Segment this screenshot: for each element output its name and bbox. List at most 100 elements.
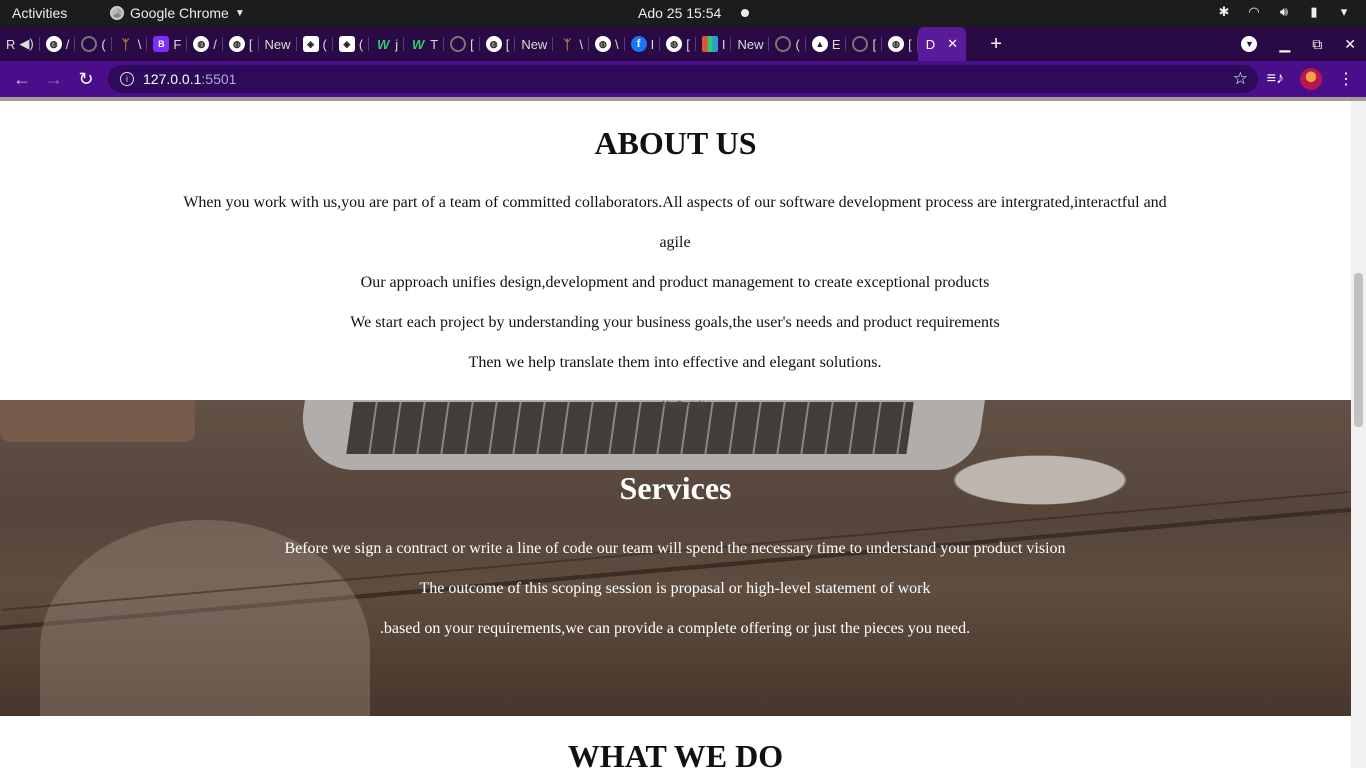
system-tray[interactable]: ✱ ◠ 🔊︎ ▮ ▾ [1216,4,1352,20]
about-paragraph: We start each project by understanding y… [350,314,1000,331]
globe-icon: ◍ [666,36,683,52]
tab-title: R [6,36,16,52]
scrollbar-thumb[interactable] [1354,273,1363,427]
tab-title: T [430,36,439,52]
chrome-icon [110,6,124,20]
tree-icon: ᛉ [563,36,572,52]
tab-title: New [264,36,291,52]
minimize-icon[interactable]: ▁ [1279,36,1290,53]
tab-title: [ [470,36,474,52]
tab-search-icon[interactable]: ▼ [1241,36,1258,52]
w3-icon: W [411,36,425,52]
tab[interactable]: BF [147,27,188,61]
tab[interactable]: R ◀) [0,27,40,61]
slack-icon[interactable]: ✱ [1216,4,1232,20]
site-info-icon[interactable]: i [120,72,134,86]
toolbar-actions: ≡♪ ⋮ [1267,61,1354,97]
tab[interactable]: ᛉ \ [112,27,148,61]
tab-title: ( [358,36,364,52]
services-section: MacBook Air Services Before we sign a co… [0,400,1351,716]
bookmark-star-icon[interactable]: ☆ [1233,69,1248,89]
github-icon [852,36,869,52]
battery-icon[interactable]: ▮ [1306,4,1322,20]
tab[interactable]: ▲ E [806,27,847,61]
tab-title: \ [614,36,619,52]
globe-icon: ◍ [45,36,62,52]
power-menu-icon[interactable]: ▾ [1336,4,1352,20]
tab-title: [ [686,36,690,52]
globe-icon: ◍ [594,36,611,52]
tab[interactable]: New [515,27,554,61]
tab[interactable]: ◍[ [223,27,259,61]
what-we-do-section: WHAT WE DO [0,716,1351,768]
tab[interactable]: ◍ / [40,27,76,61]
tab-title: New [521,36,548,52]
tab-title: I [650,36,655,52]
tab-title: F [173,36,182,52]
tab-active[interactable]: D ✕ [917,27,967,61]
tab[interactable]: ( [769,27,807,61]
tab-title: D [925,36,936,52]
bootstrap-icon: B [153,36,170,52]
codepen-icon: ◈ [302,36,319,52]
address-bar[interactable]: i 127.0.0.1:5501 ☆ [108,65,1258,93]
globe-icon: ◍ [485,36,502,52]
tab[interactable]: I [696,27,732,61]
tab-title: j [395,36,399,52]
tab[interactable]: ◍[ [660,27,696,61]
about-paragraph: Then we help translate them into effecti… [468,354,882,371]
new-tab-button[interactable]: + [984,33,1008,56]
tab[interactable]: Wj [369,27,405,61]
tab-strip: R ◀) ◍ / ( ᛉ \ BF ◍ / ◍[ New ◈( ◈( Wj WT [ ◍… [0,27,1366,61]
page-viewport: ABOUT US When you work with us,you are p… [0,101,1351,768]
tab[interactable]: ◍[ [480,27,516,61]
tab[interactable]: New [731,27,770,61]
media-controls-icon[interactable]: ≡♪ [1267,70,1284,88]
services-paragraph: .based on your requirements,we can provi… [379,620,971,637]
tab[interactable]: ◈( [297,27,334,61]
w3-icon: W [377,36,390,52]
codepen-icon: ◈ [338,36,355,52]
app-menu[interactable]: Google Chrome ▼ [110,5,245,21]
back-icon[interactable]: ← [6,69,38,90]
tab[interactable]: WT [404,27,445,61]
tab[interactable]: [ [444,27,480,61]
page-scrollbar[interactable] [1351,101,1366,768]
tab[interactable]: [ [846,27,882,61]
tab[interactable]: fI [625,27,661,61]
speaker-icon[interactable]: ◀) [19,36,33,52]
tab[interactable]: ◍ / [187,27,223,61]
tab-title: E [831,36,841,52]
about-section: ABOUT US When you work with us,you are p… [0,101,1351,400]
close-tab-icon[interactable]: ✕ [947,36,958,52]
tab-title: \ [579,36,583,52]
what-we-do-title: WHAT WE DO [567,738,784,768]
forward-icon[interactable]: → [38,69,70,90]
reload-icon[interactable]: ↻ [70,69,102,90]
avatar[interactable] [1300,68,1322,90]
notification-dot-icon [741,9,749,17]
github-icon [775,36,792,52]
volume-icon[interactable]: 🔊︎ [1276,4,1292,20]
app-name: Google Chrome [130,5,229,21]
tree-icon: ᛉ [121,36,130,52]
wifi-icon[interactable]: ◠ [1246,4,1262,20]
grid-icon [701,36,718,52]
caret-down-icon: ▼ [234,7,245,19]
maximize-icon[interactable]: ⧉ [1312,36,1322,53]
tab-title: I [721,36,726,52]
services-title: Services [619,470,732,506]
globe-icon: ◍ [888,36,905,52]
tab[interactable]: ◍[ [882,27,918,61]
tab[interactable]: ( [75,27,113,61]
tab[interactable]: ᛉ \ [553,27,589,61]
tab[interactable]: ◍ \ [589,27,625,61]
services-paragraph: The outcome of this scoping session is p… [419,580,931,597]
clock[interactable]: Ado 25 15:54 [638,5,721,21]
activities-button[interactable]: Activities [12,5,67,21]
tab[interactable]: New [259,27,297,61]
close-window-icon[interactable]: ✕ [1344,36,1356,53]
tab-title: / [213,36,217,52]
kebab-menu-icon[interactable]: ⋮ [1338,69,1354,89]
tab[interactable]: ◈( [333,27,370,61]
